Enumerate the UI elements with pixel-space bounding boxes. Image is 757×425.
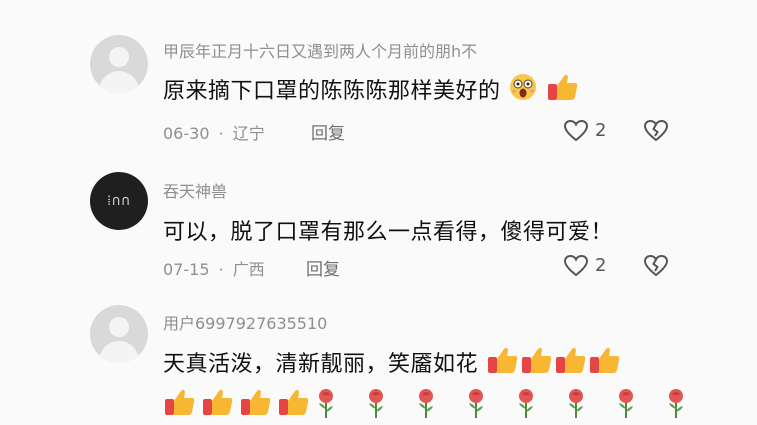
comment-meta: 07-15 · 广西 — [163, 256, 265, 280]
thumbs-up-icon — [588, 345, 622, 381]
rose-icon — [515, 387, 551, 423]
comment-date: 07-15 — [163, 260, 210, 279]
reply-button[interactable]: 回复 — [306, 255, 340, 280]
comment-location: 广西 — [232, 260, 265, 279]
emoji-row — [486, 347, 622, 377]
comment-username[interactable]: 用户6997927635510 — [163, 310, 327, 334]
comment-text: 原来摘下口罩的陈陈陈那样美好的 — [163, 72, 580, 108]
like-count: 2 — [595, 120, 607, 141]
rose-icon — [365, 387, 401, 423]
comment-meta: 06-30 · 辽宁 — [163, 120, 265, 144]
reply-button[interactable]: 回复 — [311, 119, 345, 144]
avatar-head-shape — [109, 317, 129, 337]
comment-text-content: 天真活泼，清新靓丽，笑靥如花 — [163, 352, 479, 377]
thumbs-up-icon — [554, 345, 588, 381]
broken-heart-icon — [643, 254, 669, 277]
heart-icon — [563, 119, 589, 142]
like-button[interactable]: 2 — [563, 119, 623, 143]
dislike-button[interactable] — [643, 254, 669, 278]
rose-icon — [565, 387, 601, 423]
comments-panel: 甲辰年正月十六日又遇到两人个月前的朋h不 原来摘下口罩的陈陈陈那样美好的 06-… — [0, 0, 757, 425]
rose-icon — [415, 387, 451, 423]
avatar[interactable] — [90, 35, 148, 93]
like-button[interactable]: 2 — [563, 254, 623, 278]
rose-icon — [465, 387, 501, 423]
avatar[interactable]: ⁞∩∩ — [90, 172, 148, 230]
avatar[interactable] — [90, 305, 148, 363]
emoji-row — [163, 387, 715, 423]
thumbs-up-icon — [239, 387, 275, 423]
thumbs-up-icon — [546, 72, 580, 108]
comment-date: 06-30 — [163, 124, 210, 143]
rose-icon — [315, 387, 351, 423]
thumbs-up-icon — [201, 387, 237, 423]
avatar-body-shape — [99, 341, 139, 363]
rose-icon — [615, 387, 651, 423]
comment-username[interactable]: 甲辰年正月十六日又遇到两人个月前的朋h不 — [163, 38, 477, 62]
thumbs-up-icon — [277, 387, 313, 423]
rose-icon — [665, 387, 701, 423]
thumbs-up-icon — [163, 387, 199, 423]
meta-separator: · — [218, 260, 224, 279]
comment-text: 可以，脱了口罩有那么一点看得，傻得可爱！ — [163, 220, 614, 245]
like-count: 2 — [595, 255, 607, 276]
comment-location: 辽宁 — [232, 124, 265, 143]
avatar-logo-icon: ⁞∩∩ — [107, 193, 131, 209]
comment-text-content: 原来摘下口罩的陈陈陈那样美好的 — [163, 79, 501, 104]
astonished-face-icon — [508, 72, 538, 108]
dislike-button[interactable] — [643, 119, 669, 143]
meta-separator: · — [218, 124, 224, 143]
thumbs-up-icon — [520, 345, 554, 381]
broken-heart-icon — [643, 119, 669, 142]
comment-username[interactable]: 吞天神兽 — [163, 178, 227, 202]
avatar-head-shape — [109, 47, 129, 67]
thumbs-up-icon — [486, 345, 520, 381]
heart-icon — [563, 254, 589, 277]
comment-text: 天真活泼，清新靓丽，笑靥如花 — [163, 345, 622, 381]
avatar-body-shape — [99, 71, 139, 93]
